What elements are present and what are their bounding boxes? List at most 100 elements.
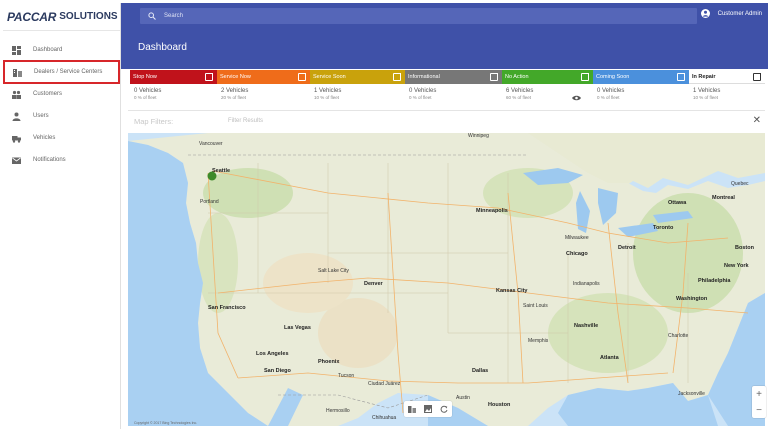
- zoom-in-button[interactable]: +: [752, 386, 766, 402]
- map-label-saint-louis: Saint Louis: [523, 303, 548, 309]
- map-label-ciudad-juarez: Ciudad Juárez: [368, 381, 401, 387]
- map-label-las-vegas: Las Vegas: [284, 325, 311, 331]
- fleet-percent: 20 % of fleet: [221, 95, 247, 100]
- vehicle-count: 1 Vehicles: [314, 88, 342, 94]
- map-label-kansas-city: Kansas City: [496, 288, 528, 294]
- sidebar-item-dealers[interactable]: Dealers / Service Centers: [3, 60, 120, 84]
- map-label-los-angeles: Los Angeles: [256, 351, 289, 357]
- brand-name: PACCAR: [7, 9, 57, 24]
- map-label-houston: Houston: [488, 402, 511, 408]
- vehicle-count: 2 Vehicles: [221, 88, 249, 94]
- zoom-out-button[interactable]: −: [752, 402, 766, 418]
- refresh-icon[interactable]: [440, 405, 448, 413]
- map-label-hermosillo: Hermosillo: [326, 408, 350, 414]
- open-external-icon[interactable]: [490, 73, 498, 81]
- sidebar: PACCAR SOLUTIONS Dashboard Dealers / Ser…: [3, 3, 121, 429]
- status-tab-in-repair[interactable]: In Repair 1 Vehicles 10 % of fleet: [689, 70, 765, 111]
- map-label-vancouver: Vancouver: [199, 141, 223, 147]
- status-tab-no-action[interactable]: No Action 6 Vehicles 60 % of fleet: [502, 70, 593, 111]
- status-tab-label: No Action: [505, 74, 529, 80]
- map-label-phoenix: Phoenix: [318, 359, 340, 365]
- status-tab-label: Informational: [408, 74, 440, 80]
- map-label-toronto: Toronto: [653, 225, 674, 231]
- image-icon[interactable]: [424, 405, 432, 413]
- open-external-icon[interactable]: [581, 73, 589, 81]
- status-tab-service-now[interactable]: Service Now 2 Vehicles 20 % of fleet: [217, 70, 310, 111]
- map-label-san-diego: San Diego: [264, 368, 291, 374]
- map-label-portland: Portland: [200, 199, 219, 205]
- page-title: Dashboard: [138, 42, 187, 53]
- status-tab-informational[interactable]: Informational 0 Vehicles 0 % of fleet: [405, 70, 502, 111]
- page-header: Dashboard: [121, 31, 768, 69]
- map-label-montreal: Montreal: [712, 195, 735, 201]
- sidebar-item-dashboard[interactable]: Dashboard: [3, 39, 120, 61]
- sidebar-nav: Dashboard Dealers / Service Centers Cust…: [3, 31, 120, 171]
- open-external-icon[interactable]: [205, 73, 213, 81]
- map-label-indianapolis: Indianapolis: [573, 281, 600, 287]
- brand-logo[interactable]: PACCAR SOLUTIONS: [3, 3, 120, 31]
- open-external-icon[interactable]: [298, 73, 306, 81]
- fleet-marker[interactable]: [207, 171, 217, 181]
- fleet-percent: 10 % of fleet: [693, 95, 719, 100]
- map-label-jacksonville: Jacksonville: [678, 391, 705, 397]
- fleet-map[interactable]: Vancouver Seattle Portland Winnipeg Minn…: [128, 133, 765, 426]
- map-label-washington: Washington: [676, 296, 708, 302]
- vehicle-count: 1 Vehicles: [693, 88, 721, 94]
- sidebar-item-label: Vehicles: [33, 135, 56, 141]
- building-icon: [13, 68, 22, 77]
- filter-results-input[interactable]: Filter Results: [228, 118, 263, 124]
- zoom-controls: + −: [752, 386, 766, 418]
- search-input[interactable]: Search: [140, 8, 697, 24]
- eye-icon[interactable]: [572, 95, 581, 101]
- customers-icon: [12, 90, 21, 99]
- map-attribution: Copyright © 2017 Bing Technologies Inc.: [134, 421, 198, 425]
- map-label-san-francisco: San Francisco: [208, 305, 246, 311]
- building-icon[interactable]: [408, 405, 416, 413]
- mail-icon: [12, 156, 21, 165]
- status-tab-service-soon[interactable]: Service Soon 1 Vehicles 10 % of fleet: [310, 70, 405, 111]
- status-tab-label: Coming Soon: [596, 74, 630, 80]
- vehicle-count: 0 Vehicles: [134, 88, 162, 94]
- close-icon[interactable]: ✕: [753, 115, 761, 126]
- open-external-icon[interactable]: [753, 72, 761, 81]
- vehicle-count: 6 Vehicles: [506, 88, 534, 94]
- map-label-dallas: Dallas: [472, 368, 489, 374]
- dashboard-icon: [12, 45, 21, 55]
- map-filters-label: Map Filters:: [134, 117, 174, 126]
- map-label-chihuahua: Chihuahua: [372, 415, 397, 421]
- sidebar-item-vehicles[interactable]: Vehicles: [3, 127, 120, 149]
- user-menu[interactable]: Customer Admin: [700, 9, 762, 18]
- open-external-icon[interactable]: [677, 73, 685, 81]
- sidebar-item-users[interactable]: Users: [3, 105, 120, 127]
- map-toolbar: [404, 401, 452, 417]
- status-tab-label: Stop Now: [133, 74, 157, 80]
- vehicle-count: 0 Vehicles: [597, 88, 625, 94]
- open-external-icon[interactable]: [393, 73, 401, 81]
- user-name: Customer Admin: [717, 10, 762, 17]
- truck-icon: [12, 134, 21, 143]
- account-circle-icon: [700, 9, 710, 18]
- status-tab-label: In Repair: [692, 73, 716, 80]
- sidebar-item-notifications[interactable]: Notifications: [3, 149, 120, 171]
- status-tab-coming-soon[interactable]: Coming Soon 0 Vehicles 0 % of fleet: [593, 70, 689, 111]
- status-tab-stop-now[interactable]: Stop Now 0 Vehicles 0 % of fleet: [130, 70, 217, 111]
- map-filters: Map Filters: Filter Results ✕: [128, 111, 765, 133]
- map-label-quebec: Quebec: [731, 181, 749, 187]
- map-label-austin: Austin: [456, 395, 470, 401]
- map-label-tucson: Tucson: [338, 373, 355, 379]
- brand-suffix: SOLUTIONS: [59, 11, 118, 22]
- map-label-memphis: Memphis: [528, 338, 549, 344]
- map-label-detroit: Detroit: [618, 245, 636, 251]
- map-label-nashville: Nashville: [574, 323, 599, 329]
- map-canvas: [128, 133, 765, 426]
- sidebar-item-label: Users: [33, 113, 49, 119]
- map-label-philadelphia: Philadelphia: [698, 278, 731, 284]
- map-label-atlanta: Atlanta: [600, 355, 619, 361]
- user-icon: [12, 112, 21, 121]
- map-label-ottawa: Ottawa: [668, 200, 687, 206]
- sidebar-item-label: Customers: [33, 91, 63, 97]
- sidebar-item-customers[interactable]: Customers: [3, 83, 120, 105]
- map-label-boston: Boston: [735, 245, 754, 251]
- vehicle-count: 0 Vehicles: [409, 88, 437, 94]
- status-bar: Stop Now 0 Vehicles 0 % of fleet Service …: [128, 70, 765, 111]
